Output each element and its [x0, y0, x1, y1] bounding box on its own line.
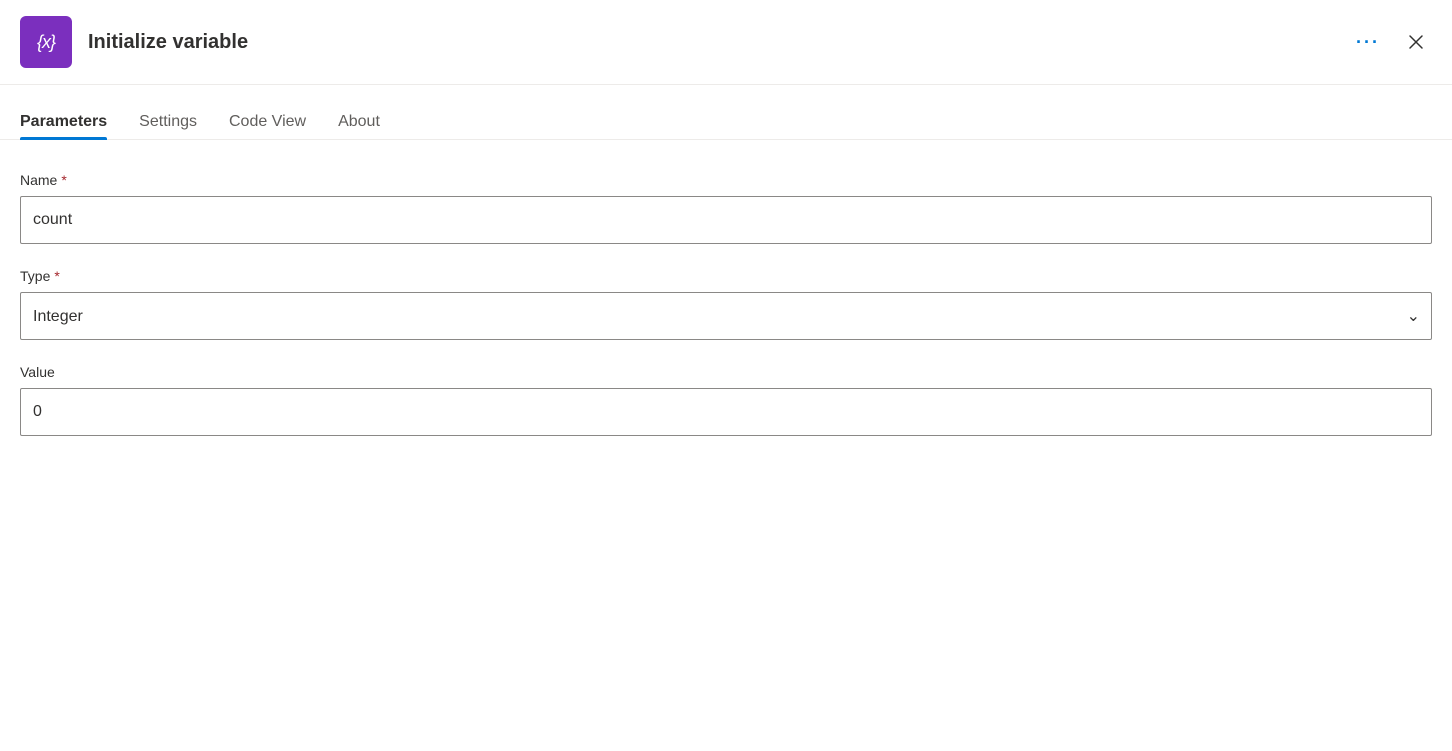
- action-icon: {x}: [20, 16, 72, 68]
- value-field-group: Value: [20, 364, 1432, 436]
- name-input[interactable]: [20, 196, 1432, 244]
- name-field-group: Name *: [20, 172, 1432, 244]
- header: {x} Initialize variable ···: [0, 0, 1452, 85]
- close-icon: [1408, 34, 1424, 50]
- tab-settings[interactable]: Settings: [139, 113, 197, 139]
- header-right: ···: [1348, 26, 1432, 58]
- more-options-button[interactable]: ···: [1348, 28, 1388, 57]
- tab-about[interactable]: About: [338, 113, 380, 139]
- form-content: Name * Type * Integer Float Boolean Stri…: [0, 140, 1452, 480]
- type-required-star: *: [54, 268, 59, 284]
- name-required-star: *: [61, 172, 66, 188]
- tab-code-view[interactable]: Code View: [229, 113, 306, 139]
- name-label: Name *: [20, 172, 1432, 188]
- header-title: Initialize variable: [88, 31, 248, 54]
- close-button[interactable]: [1400, 26, 1432, 58]
- value-input[interactable]: [20, 388, 1432, 436]
- type-label: Type *: [20, 268, 1432, 284]
- action-icon-text: {x}: [37, 32, 55, 53]
- type-field-group: Type * Integer Float Boolean String Obje…: [20, 268, 1432, 340]
- page-container: {x} Initialize variable ··· Parameters S…: [0, 0, 1452, 751]
- header-left: {x} Initialize variable: [20, 16, 248, 68]
- tabs-container: Parameters Settings Code View About: [0, 85, 1452, 140]
- value-label: Value: [20, 364, 1432, 380]
- type-select-wrapper: Integer Float Boolean String Object Arra…: [20, 292, 1432, 340]
- tab-parameters[interactable]: Parameters: [20, 113, 107, 139]
- type-select[interactable]: Integer Float Boolean String Object Arra…: [20, 292, 1432, 340]
